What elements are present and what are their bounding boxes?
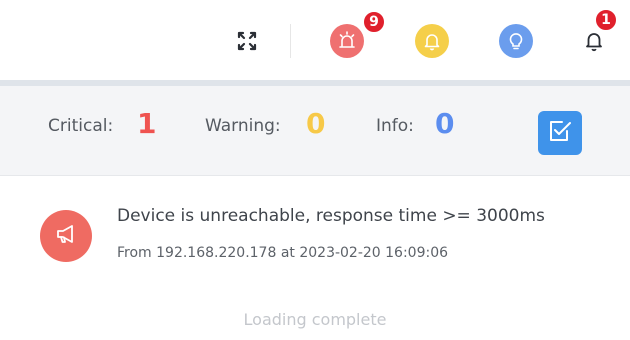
alerts-panel: Critical: 1 Warning: 0 Info: 0 Device is… bbox=[0, 80, 630, 340]
top-toolbar: 9 1 bbox=[0, 0, 630, 80]
siren-icon bbox=[337, 31, 357, 51]
alarm-count: 9 bbox=[369, 14, 379, 30]
bell-outline-icon bbox=[584, 30, 604, 52]
info-button[interactable] bbox=[499, 24, 533, 58]
notification-count-badge: 1 bbox=[594, 8, 618, 32]
critical-count[interactable]: 1 bbox=[137, 107, 156, 140]
alarm-count-badge: 9 bbox=[362, 10, 386, 34]
info-count[interactable]: 0 bbox=[435, 107, 454, 140]
alert-detail: From 192.168.220.178 at 2023-02-20 16:09… bbox=[117, 245, 449, 261]
warning-count[interactable]: 0 bbox=[306, 107, 325, 140]
alert-list-item[interactable]: Device is unreachable, response time >= … bbox=[0, 182, 630, 282]
critical-label: Critical: bbox=[48, 116, 114, 136]
checkbox-icon bbox=[547, 118, 573, 148]
fullscreen-icon bbox=[236, 30, 258, 52]
mark-all-read-button[interactable] bbox=[538, 111, 582, 155]
loading-status: Loading complete bbox=[243, 310, 387, 329]
warning-label: Warning: bbox=[205, 116, 281, 136]
lightbulb-icon bbox=[506, 31, 526, 51]
fullscreen-button[interactable] bbox=[233, 27, 261, 55]
alert-summary-bar: Critical: 1 Warning: 0 Info: 0 bbox=[0, 86, 630, 176]
alert-avatar bbox=[40, 210, 92, 262]
toolbar-divider bbox=[290, 24, 291, 58]
warning-button[interactable] bbox=[415, 24, 449, 58]
bell-icon bbox=[422, 31, 442, 51]
alert-title: Device is unreachable, response time >= … bbox=[117, 206, 545, 226]
critical-alarm-button[interactable] bbox=[330, 24, 364, 58]
info-label: Info: bbox=[376, 116, 414, 136]
notification-count: 1 bbox=[601, 12, 611, 28]
megaphone-icon bbox=[53, 221, 79, 251]
notification-popover: 9 1 Critical: 1 Warning: 0 Info: 0 Devic… bbox=[0, 0, 630, 340]
